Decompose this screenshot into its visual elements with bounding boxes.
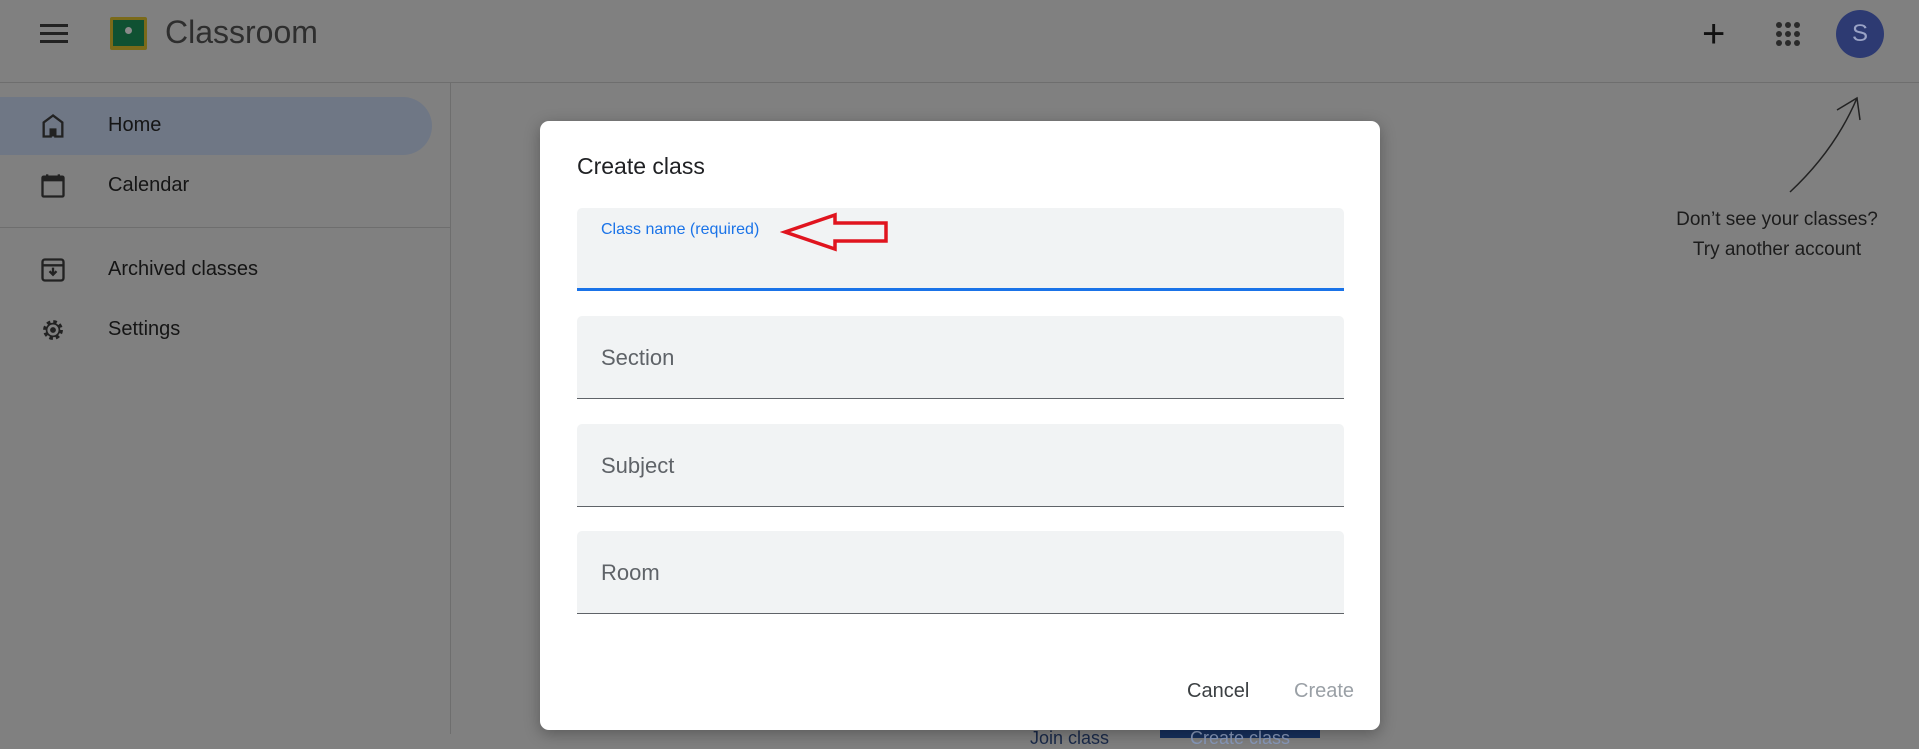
sidebar-item-label: Archived classes xyxy=(108,258,259,280)
class-name-field[interactable]: Class name (required) xyxy=(577,208,1344,291)
sidebar-item-archived-classes[interactable]: Archived classes xyxy=(0,241,432,299)
create-class-dialog: Create class Class name (required) Secti… xyxy=(540,121,1380,730)
subject-placeholder: Subject xyxy=(601,453,675,478)
top-bar: Classroom + S xyxy=(0,0,1919,83)
gear-icon xyxy=(43,320,63,340)
room-field[interactable]: Room xyxy=(577,531,1344,614)
sidebar-item-settings[interactable]: Settings xyxy=(0,301,432,359)
room-placeholder: Room xyxy=(601,560,660,585)
sidebar-divider xyxy=(0,227,450,228)
cancel-button[interactable]: Cancel xyxy=(1181,679,1255,704)
class-name-label: Class name (required) xyxy=(601,221,760,238)
avatar[interactable]: S xyxy=(1836,10,1884,58)
sidebar-item-label: Settings xyxy=(108,318,181,340)
section-field[interactable]: Section xyxy=(577,316,1344,399)
sidebar-item-home[interactable]: Home xyxy=(0,97,432,155)
home-icon xyxy=(42,114,64,138)
classroom-logo[interactable] xyxy=(110,17,147,50)
section-placeholder: Section xyxy=(601,345,675,370)
plus-icon[interactable]: + xyxy=(1702,14,1725,54)
app-title[interactable]: Classroom xyxy=(165,14,318,51)
create-button[interactable]: Create xyxy=(1288,679,1360,704)
sidebar-item-label: Calendar xyxy=(108,174,190,196)
sidebar-item-calendar[interactable]: Calendar xyxy=(0,157,432,215)
calendar-icon xyxy=(41,174,65,198)
hint-line-1: Don’t see your classes? xyxy=(1676,209,1878,230)
hint-arrow-icon xyxy=(1789,96,1861,193)
hint-line-2[interactable]: Try another account xyxy=(1620,235,1919,265)
class-name-input[interactable] xyxy=(601,248,1305,273)
archive-icon xyxy=(41,258,65,282)
annotation-arrow xyxy=(780,212,888,252)
dialog-title: Create class xyxy=(577,153,705,179)
apps-grid-icon[interactable] xyxy=(1776,22,1800,46)
subject-field[interactable]: Subject xyxy=(577,424,1344,507)
menu-icon[interactable] xyxy=(40,24,68,44)
sidebar-item-label: Home xyxy=(108,114,162,136)
sidebar: Home Calendar Archived classes Settings xyxy=(0,83,451,734)
account-hint[interactable]: Don’t see your classes? Try another acco… xyxy=(1620,205,1919,265)
